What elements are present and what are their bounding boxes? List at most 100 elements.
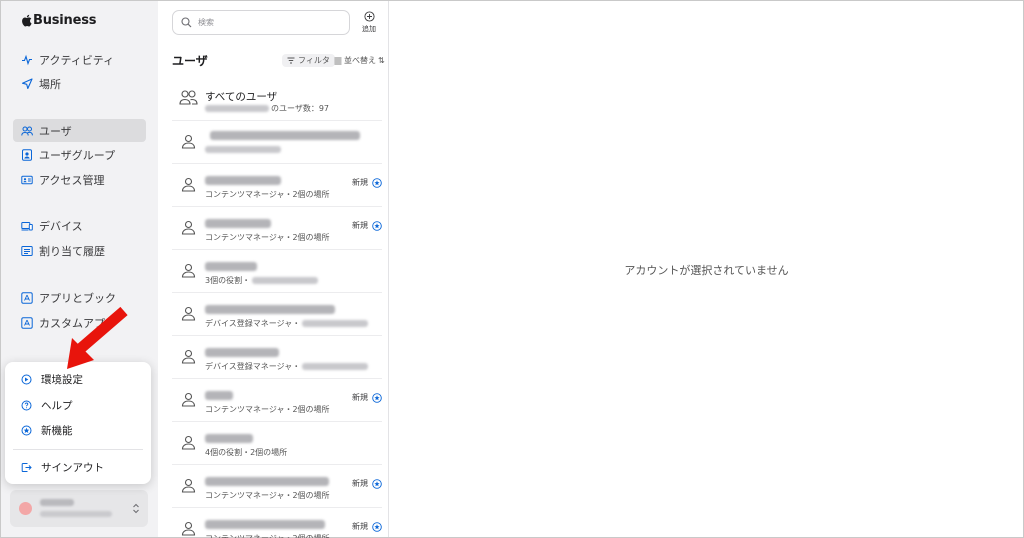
sidebar-item-label: アクセス管理 [39,173,105,187]
annotation-arrow-icon [67,306,128,369]
all-users-count: のユーザ数：97 [271,104,330,113]
sidebar-item-label: アプリとブック [39,291,116,305]
user-row[interactable]: デバイス登録マネージャ・ [172,336,382,379]
all-users-row[interactable]: すべてのユーザ のユーザ数：97 [172,78,382,121]
star-icon [21,425,32,435]
sidebar-item-locations[interactable]: 場所 [13,72,146,95]
badge-label: 新規 [352,479,368,488]
sidebar-item-activity[interactable]: アクティビティ [13,48,146,71]
redacted-name [205,305,335,314]
user-group-icon [22,148,32,161]
all-users-count-line: のユーザ数：97 [205,103,329,114]
user-row[interactable]: コンテンツマネージャ・2個の場所 新規 [172,465,382,508]
person-icon [181,220,196,235]
person-icon [181,306,196,321]
user-row[interactable]: 3個の役割・ [172,250,382,293]
user-role: コンテンツマネージャ・2個の場所 [205,491,330,500]
new-badge: 新規 [352,521,382,532]
sidebar-item-label: 割り当て履歴 [39,244,105,258]
chevron-up-down-icon [133,503,139,514]
sidebar-item-access-management[interactable]: アクセス管理 [13,168,146,191]
app-store-icon [21,291,33,304]
user-role: コンテンツマネージャ・2個の場所 [205,405,330,414]
sidebar-item-user-groups[interactable]: ユーザグループ [13,143,146,166]
new-badge: 新規 [352,478,382,489]
user-row[interactable]: コンテンツマネージャ・2個の場所 新規 [172,379,382,422]
new-star-icon [372,521,382,532]
menu-item-label: ヘルプ [41,399,73,412]
sidebar-item-label: ユーザグループ [39,148,116,162]
account-name-redacted [40,499,74,506]
sidebar-item-assignment-history[interactable]: 割り当て履歴 [13,239,146,262]
user-row[interactable]: コンテンツマネージャ・2個の場所 新規 [172,508,382,538]
custom-app-icon [21,316,33,329]
user-role: コンテンツマネージャ・2個の場所 [205,190,330,199]
users-group-icon [179,90,198,105]
filter-label: フィルタ [298,56,330,65]
user-row[interactable]: デバイス登録マネージャ・ [172,293,382,336]
account-switcher[interactable] [10,490,148,527]
redacted-text [252,277,319,284]
redacted-name [205,477,329,486]
user-role-line: 3個の役割・ [205,275,319,286]
person-icon [181,435,196,450]
account-org-redacted [40,511,112,517]
brand-name: Business [33,13,97,28]
redacted-name [205,262,257,271]
new-badge: 新規 [352,220,382,231]
add-button[interactable]: 追加 [358,11,380,34]
apple-logo-icon [22,14,32,27]
sort-button[interactable]: 並べ替え ⇅ [334,54,385,67]
search-placeholder: 検索 [198,18,214,27]
sign-out-icon [21,462,32,472]
user-role: 4個の役割・2個の場所 [205,448,288,457]
redacted-name [205,520,325,529]
menu-item-whats-new[interactable]: 新機能 [15,420,141,440]
users-icon [21,126,33,136]
sidebar-item-users[interactable]: ユーザ [13,119,146,142]
empty-state-message: アカウントが選択されていません [624,264,789,277]
user-role-line: デバイス登録マネージャ・ [205,318,369,329]
account-popup-menu: 環境設定 ヘルプ 新機能 サインアウト [5,362,151,484]
new-badge: 新規 [352,392,382,403]
new-badge: 新規 [352,177,382,188]
person-icon [181,521,196,536]
menu-item-sign-out[interactable]: サインアウト [15,457,141,477]
new-star-icon [372,177,382,188]
menu-divider [13,449,143,450]
sort-icon [334,57,342,64]
user-role: デバイス登録マネージャ・ [205,319,301,328]
menu-item-help[interactable]: ヘルプ [15,395,141,415]
user-row[interactable] [172,121,382,164]
badge-label: 新規 [352,522,368,531]
sidebar-item-label: ユーザ [39,124,72,138]
sidebar-item-label: デバイス [39,219,83,233]
search-field[interactable]: 検索 [172,10,350,35]
user-row[interactable]: コンテンツマネージャ・2個の場所 新規 [172,164,382,207]
settings-icon [21,374,32,384]
redacted-name [205,434,253,443]
user-role-line [205,146,281,153]
search-icon [181,17,192,28]
filter-button[interactable]: フィルタ [282,54,335,67]
devices-icon [21,221,33,230]
all-users-title: すべてのユーザ [205,91,278,103]
history-icon [21,245,33,256]
user-list-pane: 検索 追加 ユーザ フィルタ 並べ替え ⇅ すべてのユーザ のユーザ数：97 コ… [158,1,389,538]
user-row[interactable]: コンテンツマネージャ・2個の場所 新規 [172,207,382,250]
detail-pane: アカウントが選択されていません [390,1,1023,537]
user-role-line: デバイス登録マネージャ・ [205,361,369,372]
menu-item-label: サインアウト [41,461,104,474]
person-icon [181,177,196,192]
sidebar-item-devices[interactable]: デバイス [13,214,146,237]
sort-direction-icon: ⇅ [378,56,385,65]
filter-icon [287,57,295,64]
sidebar-item-label: アクティビティ [39,53,115,67]
sort-label: 並べ替え [344,56,376,65]
sidebar-item-label: 場所 [39,77,61,91]
user-role: コンテンツマネージャ・2個の場所 [205,533,330,538]
redacted-name [205,391,233,400]
user-row[interactable]: 4個の役割・2個の場所 [172,422,382,465]
add-label: 追加 [362,25,376,33]
person-icon [181,134,196,149]
